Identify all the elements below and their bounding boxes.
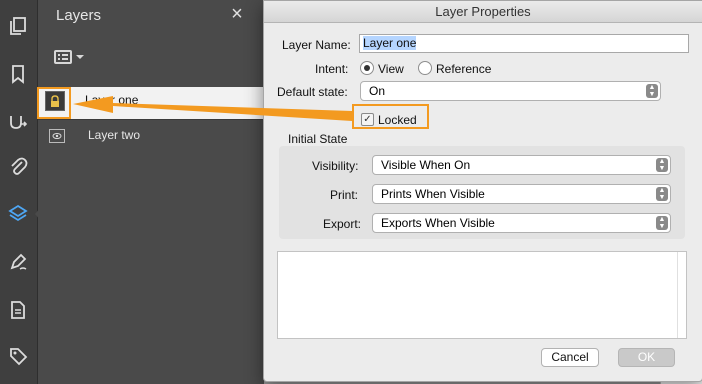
intent-view-radio[interactable] [360,61,374,75]
scrollbar[interactable] [677,252,686,338]
document-icon [11,301,25,319]
layer-name-value: Layer one [363,36,417,50]
layer-name-field[interactable]: Layer one [359,34,689,53]
layers-icon [8,204,28,222]
stepper-icon: ▲ ▼ [656,158,668,172]
bookmark-icon [12,65,24,84]
pages-button[interactable] [4,12,32,40]
fill-sign-button[interactable] [4,248,32,276]
chevron-down-icon [76,55,84,59]
notes-area[interactable] [277,251,687,339]
dialog-title: Layer Properties [264,1,702,23]
cancel-button[interactable]: Cancel [541,348,599,367]
ok-button[interactable]: OK [618,348,675,367]
attachments-button[interactable] [4,152,32,180]
intent-view-label: View [378,62,404,76]
layer-row[interactable]: Layer one [38,87,264,119]
export-label: Export: [323,217,362,231]
tags-button[interactable] [4,342,32,370]
layer-row[interactable]: Layer two [38,119,264,152]
intent-label: Intent: [315,62,349,76]
options-list-icon [54,50,72,64]
pages-icon [10,17,26,35]
lock-highlight-box [37,87,71,119]
layers-panel-title: Layers [56,7,102,24]
export-value: Exports When Visible [381,216,495,230]
stepper-icon: ▲ ▼ [656,187,668,201]
layer-name-label: Layer Name: [282,38,351,52]
close-icon[interactable]: × [228,4,246,24]
layer-options-button[interactable] [54,46,96,68]
document-button[interactable] [4,296,32,324]
layers-button[interactable] [4,200,41,228]
tag-icon [10,348,28,366]
signatures-button[interactable] [4,108,32,136]
edit-sign-icon [10,253,27,270]
layer-name: Layer two [88,128,141,142]
default-state-value: On [369,84,386,98]
export-select[interactable]: Exports When Visible ▲ ▼ [372,213,671,233]
default-state-label: Default state: [277,85,348,99]
print-select[interactable]: Prints When Visible ▲ ▼ [372,184,671,204]
default-state-select[interactable]: On ▲ ▼ [360,81,661,101]
visibility-value: Visible When On [381,158,471,172]
stepper-icon: ▲ ▼ [646,84,658,98]
intent-reference-radio[interactable] [418,61,432,75]
layers-panel: Layers × Layer one Layer two [38,0,264,384]
locked-highlight-box [352,104,429,129]
stepper-icon: ▲ ▼ [656,216,668,230]
print-value: Prints When Visible [381,187,485,201]
signatures-icon [10,116,28,129]
layer-properties-dialog: Layer Properties Layer Name: Layer one I… [263,0,702,382]
print-label: Print: [330,188,359,202]
intent-reference-label: Reference [436,62,492,76]
initial-state-label: Initial State [288,132,348,146]
tools-rail [0,0,41,384]
visibility-select[interactable]: Visible When On ▲ ▼ [372,155,671,175]
attachment-icon [11,157,28,175]
bookmarks-button[interactable] [4,60,32,88]
eye-icon[interactable] [49,129,65,143]
layer-name: Layer one [85,93,139,107]
visibility-label: Visibility: [312,159,359,173]
